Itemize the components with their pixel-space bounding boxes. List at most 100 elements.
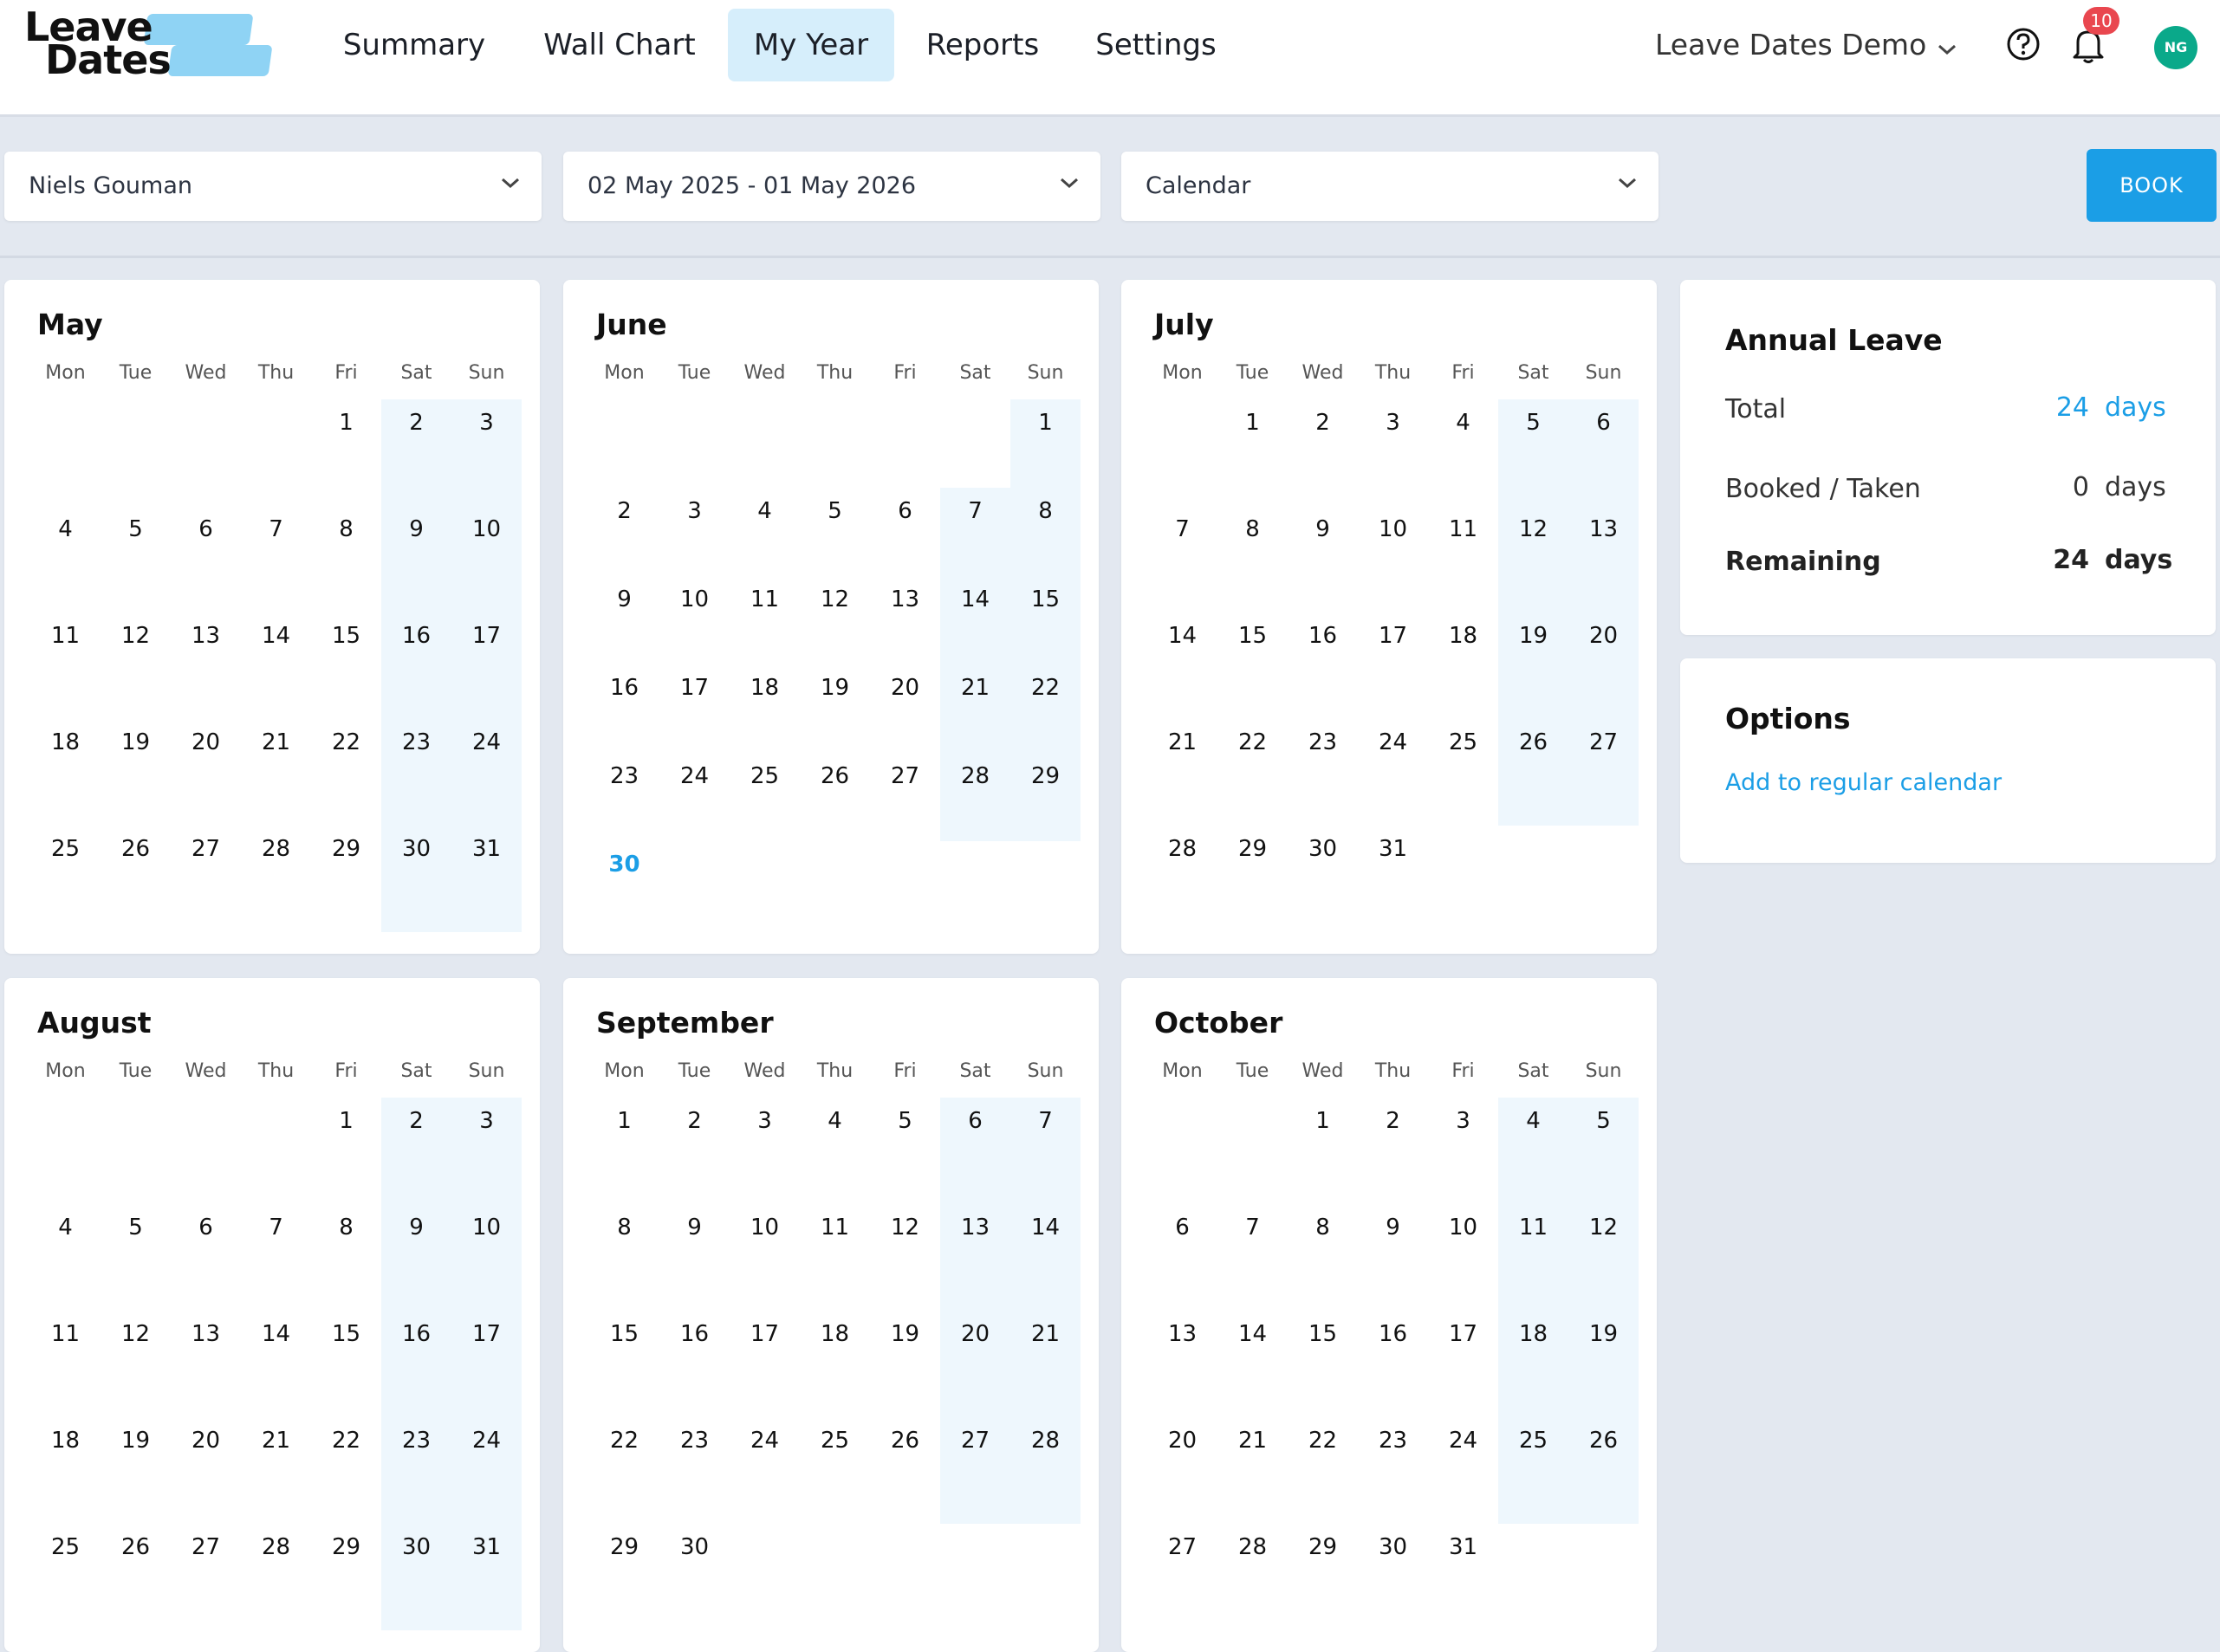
day-cell[interactable]: 18 — [730, 675, 800, 701]
day-cell[interactable]: 14 — [1217, 1321, 1288, 1347]
day-cell[interactable]: 1 — [1217, 410, 1288, 436]
leave-dates-logo[interactable]: Leave Dates — [24, 3, 273, 81]
day-cell[interactable]: 30 — [381, 1534, 451, 1560]
day-cell[interactable]: 16 — [589, 675, 659, 701]
day-cell[interactable]: 2 — [589, 498, 659, 524]
tab-settings[interactable]: Settings — [1078, 9, 1234, 81]
day-cell[interactable]: 11 — [800, 1215, 870, 1241]
day-cell[interactable]: 20 — [940, 1321, 1010, 1347]
day-cell[interactable]: 11 — [1498, 1215, 1568, 1241]
day-cell[interactable]: 17 — [730, 1321, 800, 1347]
day-cell[interactable]: 30 — [1288, 836, 1358, 862]
date-range-select[interactable]: 02 May 2025 - 01 May 2026 — [563, 152, 1100, 221]
day-cell[interactable]: 1 — [589, 1108, 659, 1134]
day-cell[interactable]: 1 — [311, 1108, 381, 1134]
day-cell[interactable]: 13 — [940, 1215, 1010, 1241]
day-cell[interactable]: 28 — [1217, 1534, 1288, 1560]
day-cell[interactable]: 16 — [381, 623, 451, 649]
day-cell[interactable]: 16 — [1358, 1321, 1428, 1347]
day-cell[interactable]: 12 — [1498, 516, 1568, 542]
day-cell[interactable]: 25 — [30, 1534, 101, 1560]
day-cell[interactable]: 31 — [1358, 836, 1428, 862]
day-cell[interactable]: 10 — [1358, 516, 1428, 542]
day-cell[interactable]: 18 — [30, 729, 101, 755]
day-cell[interactable]: 17 — [1428, 1321, 1498, 1347]
day-cell[interactable]: 14 — [241, 1321, 311, 1347]
day-cell[interactable]: 6 — [171, 516, 241, 542]
day-cell[interactable]: 27 — [171, 1534, 241, 1560]
day-cell[interactable]: 24 — [730, 1428, 800, 1454]
day-cell[interactable]: 15 — [1288, 1321, 1358, 1347]
user-avatar[interactable]: NG — [2154, 26, 2197, 69]
day-cell[interactable]: 17 — [451, 1321, 522, 1347]
day-cell[interactable]: 10 — [1428, 1215, 1498, 1241]
day-cell[interactable]: 23 — [381, 729, 451, 755]
day-cell[interactable]: 27 — [1568, 729, 1639, 755]
day-cell[interactable]: 11 — [1428, 516, 1498, 542]
day-cell[interactable]: 28 — [1010, 1428, 1081, 1454]
day-cell[interactable]: 29 — [311, 1534, 381, 1560]
day-cell[interactable]: 2 — [1358, 1108, 1428, 1134]
day-cell[interactable]: 21 — [940, 675, 1010, 701]
day-cell[interactable]: 18 — [1428, 623, 1498, 649]
day-cell[interactable]: 1 — [1288, 1108, 1358, 1134]
day-cell[interactable]: 9 — [381, 516, 451, 542]
day-cell[interactable]: 19 — [1568, 1321, 1639, 1347]
person-select[interactable]: Niels Gouman — [4, 152, 542, 221]
day-cell[interactable]: 18 — [800, 1321, 870, 1347]
day-cell[interactable]: 15 — [311, 1321, 381, 1347]
day-cell[interactable]: 22 — [1288, 1428, 1358, 1454]
day-cell[interactable]: 7 — [940, 498, 1010, 524]
day-cell[interactable]: 22 — [311, 1428, 381, 1454]
day-cell[interactable]: 20 — [171, 1428, 241, 1454]
day-cell[interactable]: 5 — [1498, 410, 1568, 436]
day-cell[interactable]: 22 — [1217, 729, 1288, 755]
day-cell[interactable]: 25 — [1498, 1428, 1568, 1454]
day-cell[interactable]: 19 — [101, 1428, 171, 1454]
day-cell[interactable]: 16 — [659, 1321, 730, 1347]
day-cell[interactable]: 10 — [451, 516, 522, 542]
day-cell[interactable]: 9 — [1288, 516, 1358, 542]
day-cell[interactable]: 2 — [381, 410, 451, 436]
day-cell[interactable]: 3 — [1358, 410, 1428, 436]
org-switcher[interactable]: Leave Dates Demo — [1655, 9, 1957, 81]
day-cell[interactable]: 5 — [101, 516, 171, 542]
day-cell[interactable]: 7 — [1147, 516, 1217, 542]
day-cell[interactable]: 28 — [241, 1534, 311, 1560]
day-cell[interactable]: 21 — [241, 729, 311, 755]
day-cell[interactable]: 24 — [1358, 729, 1428, 755]
day-cell[interactable]: 29 — [1010, 763, 1081, 789]
day-cell[interactable]: 27 — [940, 1428, 1010, 1454]
day-cell[interactable]: 9 — [381, 1215, 451, 1241]
day-cell[interactable]: 29 — [1217, 836, 1288, 862]
day-cell[interactable]: 24 — [1428, 1428, 1498, 1454]
day-cell[interactable]: 7 — [1217, 1215, 1288, 1241]
day-cell[interactable]: 13 — [1568, 516, 1639, 542]
day-cell[interactable]: 2 — [381, 1108, 451, 1134]
day-cell[interactable]: 21 — [1147, 729, 1217, 755]
day-cell[interactable]: 4 — [1498, 1108, 1568, 1134]
day-cell[interactable]: 10 — [730, 1215, 800, 1241]
day-cell[interactable]: 5 — [1568, 1108, 1639, 1134]
day-cell[interactable]: 27 — [870, 763, 940, 789]
day-cell[interactable]: 31 — [451, 1534, 522, 1560]
day-cell[interactable]: 4 — [730, 498, 800, 524]
day-cell[interactable]: 5 — [870, 1108, 940, 1134]
day-cell[interactable]: 23 — [589, 763, 659, 789]
day-cell[interactable]: 1 — [311, 410, 381, 436]
day-cell[interactable]: 26 — [800, 763, 870, 789]
day-cell[interactable]: 27 — [171, 836, 241, 862]
day-cell[interactable]: 8 — [1288, 1215, 1358, 1241]
day-cell[interactable]: 19 — [1498, 623, 1568, 649]
day-cell[interactable]: 21 — [241, 1428, 311, 1454]
day-cell[interactable]: 30 — [589, 852, 659, 878]
tab-summary[interactable]: Summary — [328, 9, 501, 81]
day-cell[interactable]: 30 — [381, 836, 451, 862]
day-cell[interactable]: 28 — [1147, 836, 1217, 862]
day-cell[interactable]: 5 — [800, 498, 870, 524]
day-cell[interactable]: 14 — [241, 623, 311, 649]
day-cell[interactable]: 26 — [1568, 1428, 1639, 1454]
day-cell[interactable]: 26 — [1498, 729, 1568, 755]
day-cell[interactable]: 3 — [1428, 1108, 1498, 1134]
day-cell[interactable]: 19 — [101, 729, 171, 755]
